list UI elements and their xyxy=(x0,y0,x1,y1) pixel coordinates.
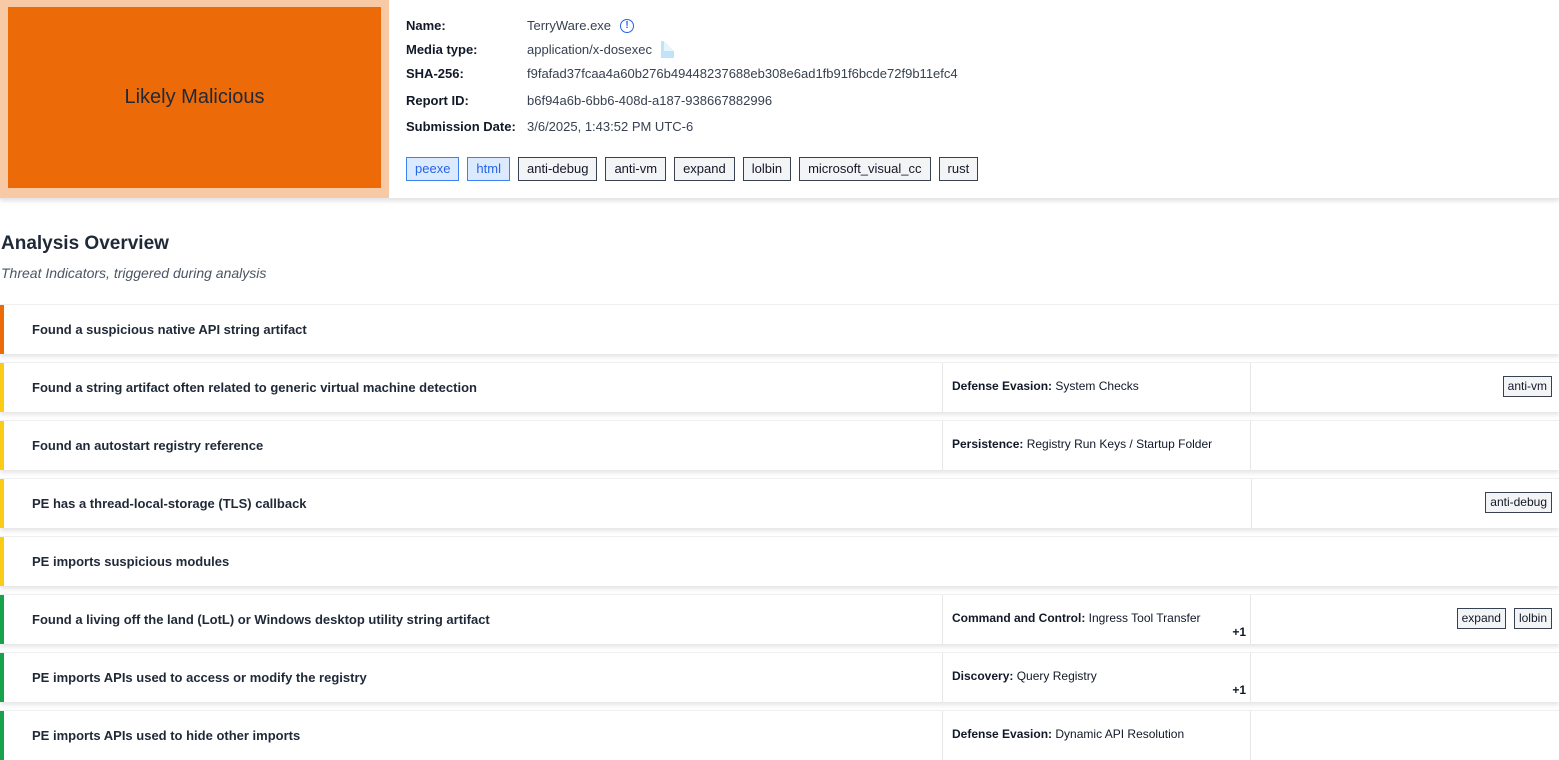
threat-indicator-row[interactable]: PE imports suspicious modules xyxy=(0,536,1559,586)
indicator-tag[interactable]: anti-debug xyxy=(1485,492,1552,513)
mitre-tactic: Defense Evasion: Dynamic API Resolution xyxy=(952,711,1184,758)
severity-bar xyxy=(0,711,4,760)
technique-name: Dynamic API Resolution xyxy=(1055,727,1185,741)
tag-html[interactable]: html xyxy=(467,157,510,181)
name-row: Name: TerryWare.exe ! xyxy=(406,18,635,33)
report-id-row: Report ID: b6f94a6b-6bb6-408d-a187-93866… xyxy=(406,93,772,108)
indicator-title: PE imports APIs used to access or modify… xyxy=(32,670,367,685)
analysis-overview-subtitle: Threat Indicators, triggered during anal… xyxy=(1,265,267,281)
threat-indicator-row[interactable]: Found an autostart registry reference Per… xyxy=(0,420,1559,470)
file-name: TerryWare.exe xyxy=(527,18,612,33)
mitre-tactic-cell: Defense Evasion: System Checks xyxy=(942,363,1251,412)
more-techniques-count[interactable]: +1 xyxy=(1232,683,1246,697)
indicator-tag[interactable]: lolbin xyxy=(1513,608,1552,629)
media-type-label: Media type: xyxy=(406,42,478,57)
tactic-name: Defense Evasion: xyxy=(952,727,1053,741)
indicator-title: Found a string artifact often related to… xyxy=(32,380,477,395)
tag-lolbin[interactable]: lolbin xyxy=(742,157,792,181)
severity-bar xyxy=(0,479,4,528)
tactic-name: Command and Control: xyxy=(952,611,1086,625)
tag-list: peexe html anti-debug anti-vm expand lol… xyxy=(406,157,979,181)
severity-bar xyxy=(0,421,4,470)
tag-anti-vm[interactable]: anti-vm xyxy=(605,157,667,181)
technique-name: Registry Run Keys / Startup Folder xyxy=(1026,437,1213,451)
tactic-name: Discovery: xyxy=(952,669,1014,683)
indicator-tags: expand lolbin xyxy=(1456,608,1552,629)
report-id-value: b6f94a6b-6bb6-408d-a187-938667882996 xyxy=(527,93,773,108)
submission-date-value: 3/6/2025, 1:43:52 PM UTC-6 xyxy=(527,119,694,134)
indicator-title: Found a living off the land (LotL) or Wi… xyxy=(32,612,490,627)
threat-indicator-row[interactable]: Found a string artifact often related to… xyxy=(0,362,1559,412)
sha256-value: f9fafad37fcaa4a60b276b49448237688eb308e6… xyxy=(527,66,958,81)
threat-indicator-row[interactable]: PE imports APIs used to access or modify… xyxy=(0,652,1559,702)
mitre-tactic: Persistence: Registry Run Keys / Startup… xyxy=(952,421,1212,468)
indicator-title: PE imports suspicious modules xyxy=(32,554,230,569)
name-label: Name: xyxy=(406,18,446,33)
tag-microsoft-visual-cc[interactable]: microsoft_visual_cc xyxy=(799,157,931,181)
indicator-title: PE has a thread-local-storage (TLS) call… xyxy=(32,496,307,511)
indicator-tags: anti-debug xyxy=(1485,492,1552,513)
mitre-tactic: Command and Control: Ingress Tool Transf… xyxy=(952,595,1201,642)
tactic-name: Defense Evasion: xyxy=(952,379,1053,393)
technique-name: Query Registry xyxy=(1016,669,1097,683)
tag-peexe[interactable]: peexe xyxy=(406,157,460,181)
mitre-tactic: Defense Evasion: System Checks xyxy=(952,363,1139,410)
severity-bar xyxy=(0,595,4,644)
media-type-value: application/x-dosexec xyxy=(527,42,653,57)
column-divider xyxy=(1251,479,1252,528)
tag-anti-debug[interactable]: anti-debug xyxy=(517,157,598,181)
indicator-tag[interactable]: expand xyxy=(1456,608,1506,629)
tactic-name: Persistence: xyxy=(952,437,1024,451)
more-techniques-count[interactable]: +1 xyxy=(1232,625,1246,639)
severity-bar xyxy=(0,363,4,412)
mitre-tactic-cell: Persistence: Registry Run Keys / Startup… xyxy=(942,421,1251,470)
indicator-title: Found an autostart registry reference xyxy=(32,438,264,453)
media-type-row: Media type: application/x-dosexec xyxy=(406,41,675,58)
verdict-label: Likely Malicious xyxy=(8,7,381,188)
analysis-overview-title: Analysis Overview xyxy=(1,233,169,254)
sha256-label: SHA-256: xyxy=(406,66,464,81)
submission-date-row: Submission Date: 3/6/2025, 1:43:52 PM UT… xyxy=(406,119,693,134)
mitre-tactic: Discovery: Query Registry xyxy=(952,653,1097,700)
mitre-tactic-cell: Defense Evasion: Dynamic API Resolution xyxy=(942,711,1251,760)
threat-indicator-row[interactable]: Found a suspicious native API string art… xyxy=(0,304,1559,354)
sha256-row: SHA-256: f9fafad37fcaa4a60b276b494482376… xyxy=(406,66,958,81)
severity-bar xyxy=(0,305,4,354)
report-id-label: Report ID: xyxy=(406,93,469,108)
severity-bar xyxy=(0,653,4,702)
indicator-tag[interactable]: anti-vm xyxy=(1502,376,1552,397)
threat-indicator-row[interactable]: PE has a thread-local-storage (TLS) call… xyxy=(0,478,1559,528)
threat-indicator-row[interactable]: Found a living off the land (LotL) or Wi… xyxy=(0,594,1559,644)
file-icon xyxy=(661,41,675,58)
tag-expand[interactable]: expand xyxy=(674,157,735,181)
submission-date-label: Submission Date: xyxy=(406,119,516,134)
indicator-title: PE imports APIs used to hide other impor… xyxy=(32,728,301,743)
verdict-panel: Likely Malicious xyxy=(0,0,389,198)
indicator-title: Found a suspicious native API string art… xyxy=(32,322,307,337)
tag-rust[interactable]: rust xyxy=(938,157,979,181)
severity-bar xyxy=(0,537,4,586)
report-summary-card: Likely Malicious Name: TerryWare.exe ! M… xyxy=(0,0,1559,199)
indicator-tags: anti-vm xyxy=(1502,376,1552,397)
technique-name: Ingress Tool Transfer xyxy=(1088,611,1201,625)
mitre-tactic-cell: Discovery: Query Registry +1 xyxy=(942,653,1251,702)
mitre-tactic-cell: Command and Control: Ingress Tool Transf… xyxy=(942,595,1251,644)
threat-indicator-row[interactable]: PE imports APIs used to hide other impor… xyxy=(0,710,1559,760)
info-icon[interactable]: ! xyxy=(620,18,635,33)
technique-name: System Checks xyxy=(1055,379,1139,393)
